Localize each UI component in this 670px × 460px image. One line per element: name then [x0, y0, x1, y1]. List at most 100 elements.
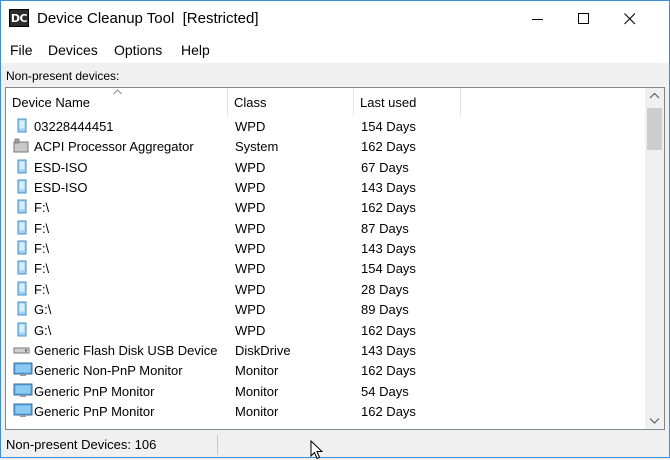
device-name-cell: G:\	[34, 302, 52, 318]
app-icon: DC	[9, 9, 29, 27]
table-row[interactable]: Generic PnP Monitor Monitor 54 Days	[6, 381, 642, 401]
device-name-cell: Generic PnP Monitor	[34, 403, 155, 419]
device-count-status: Non-present Devices: 106	[6, 437, 157, 452]
table-row[interactable]: F:\ WPD 154 Days	[6, 258, 642, 278]
class-cell: DiskDrive	[235, 342, 291, 358]
device-name-cell: ACPI Processor Aggregator	[34, 139, 194, 155]
close-button[interactable]	[607, 1, 653, 37]
last-used-cell: 162 Days	[361, 139, 416, 155]
status-divider	[217, 435, 218, 455]
last-used-cell: 143 Days	[361, 180, 416, 196]
minimize-button[interactable]	[515, 1, 561, 37]
close-icon	[624, 13, 636, 25]
maximize-button[interactable]	[561, 1, 607, 37]
class-cell: Monitor	[235, 383, 279, 399]
last-used-cell: 162 Days	[361, 363, 416, 379]
app-window: DC Device Cleanup Tool [Restricted] File…	[0, 0, 670, 458]
portable-device-icon	[13, 118, 31, 134]
last-used-cell: 28 Days	[361, 281, 409, 297]
class-cell: WPD	[235, 302, 266, 318]
class-cell: System	[235, 139, 279, 155]
table-row[interactable]: F:\ WPD 143 Days	[6, 238, 642, 258]
table-row[interactable]: F:\ WPD 162 Days	[6, 197, 642, 217]
section-label: Non-present devices:	[6, 69, 120, 83]
table-row[interactable]: Generic Flash Disk USB Device DiskDrive 14…	[6, 340, 642, 360]
class-cell: WPD	[235, 159, 266, 175]
last-used-cell: 162 Days	[361, 403, 416, 419]
portable-device-icon	[13, 199, 31, 215]
last-used-cell: 67 Days	[361, 159, 409, 175]
status-bar: Non-present Devices: 106	[1, 433, 669, 457]
maximize-icon	[578, 13, 589, 24]
mouse-cursor-icon	[310, 440, 324, 460]
table-row[interactable]: F:\ WPD 28 Days	[6, 279, 642, 299]
menu-file[interactable]: File	[10, 42, 33, 58]
table-row[interactable]: G:\ WPD 162 Days	[6, 320, 642, 340]
menu-options[interactable]: Options	[114, 42, 162, 58]
last-used-cell: 87 Days	[361, 220, 409, 236]
list-header: Device Name Class Last used	[6, 88, 642, 116]
sort-ascending-icon	[113, 89, 122, 95]
class-cell: Monitor	[235, 403, 279, 419]
vertical-scrollbar[interactable]	[645, 88, 664, 429]
minimize-icon	[532, 19, 543, 20]
monitor-icon	[13, 362, 33, 378]
portable-device-icon	[13, 179, 31, 195]
class-cell: WPD	[235, 119, 266, 134]
last-used-cell: 143 Days	[361, 241, 416, 257]
device-list[interactable]: Device Name Class Last used 03228444451 W…	[5, 87, 665, 430]
menu-help[interactable]: Help	[181, 42, 210, 58]
portable-device-icon	[13, 301, 31, 317]
table-row[interactable]: ESD-ISO WPD 67 Days	[6, 157, 642, 177]
title-bar[interactable]: DC Device Cleanup Tool [Restricted]	[1, 1, 669, 37]
column-header-label: Device Name	[12, 95, 91, 110]
last-used-cell: 162 Days	[361, 200, 416, 216]
class-cell: WPD	[235, 261, 266, 277]
table-row[interactable]: G:\ WPD 89 Days	[6, 299, 642, 319]
last-used-cell: 54 Days	[361, 383, 409, 399]
processor-icon	[13, 138, 31, 154]
chevron-up-icon	[649, 92, 660, 99]
column-header-class[interactable]: Class	[228, 88, 354, 116]
device-name-cell: F:\	[34, 261, 50, 277]
table-row[interactable]: Generic PnP Monitor Monitor 162 Days	[6, 401, 642, 421]
last-used-cell: 143 Days	[361, 342, 416, 358]
last-used-cell: 162 Days	[361, 322, 416, 338]
monitor-icon	[13, 403, 33, 419]
chevron-down-icon	[649, 418, 660, 424]
class-cell: WPD	[235, 220, 266, 236]
device-name-cell: G:\	[34, 322, 52, 338]
device-name-cell: F:\	[34, 220, 50, 236]
scroll-up-button[interactable]	[645, 88, 664, 105]
menu-bar: File Devices Options Help	[1, 37, 669, 63]
device-name-cell: 03228444451	[34, 119, 114, 134]
table-row[interactable]: ACPI Processor Aggregator System 162 Days	[6, 136, 642, 156]
scrollbar-thumb[interactable]	[647, 108, 662, 150]
class-cell: Monitor	[235, 363, 279, 379]
table-row[interactable]: F:\ WPD 87 Days	[6, 218, 642, 238]
table-row[interactable]: Generic Non-PnP Monitor Monitor 162 Days	[6, 360, 642, 380]
class-cell: WPD	[235, 200, 266, 216]
class-cell: WPD	[235, 241, 266, 257]
device-name-cell: Generic Flash Disk USB Device	[34, 342, 218, 358]
device-name-cell: Generic Non-PnP Monitor	[34, 363, 183, 379]
column-header-label: Last used	[360, 95, 417, 110]
last-used-cell: 154 Days	[361, 119, 416, 134]
monitor-icon	[13, 383, 33, 399]
device-name-cell: Generic PnP Monitor	[34, 383, 155, 399]
column-header-last-used[interactable]: Last used	[354, 88, 461, 116]
window-title: Device Cleanup Tool [Restricted]	[37, 10, 259, 27]
class-cell: WPD	[235, 180, 266, 196]
scroll-down-button[interactable]	[645, 412, 664, 429]
column-header-device-name[interactable]: Device Name	[6, 88, 228, 116]
portable-device-icon	[13, 322, 31, 338]
last-used-cell: 154 Days	[361, 261, 416, 277]
class-cell: WPD	[235, 281, 266, 297]
table-row[interactable]: 03228444451 WPD 154 Days	[6, 116, 642, 136]
menu-devices[interactable]: Devices	[48, 42, 98, 58]
table-row[interactable]: ESD-ISO WPD 143 Days	[6, 177, 642, 197]
disk-drive-icon	[13, 342, 31, 358]
last-used-cell: 89 Days	[361, 302, 409, 318]
portable-device-icon	[13, 220, 31, 236]
device-name-cell: ESD-ISO	[34, 180, 88, 196]
